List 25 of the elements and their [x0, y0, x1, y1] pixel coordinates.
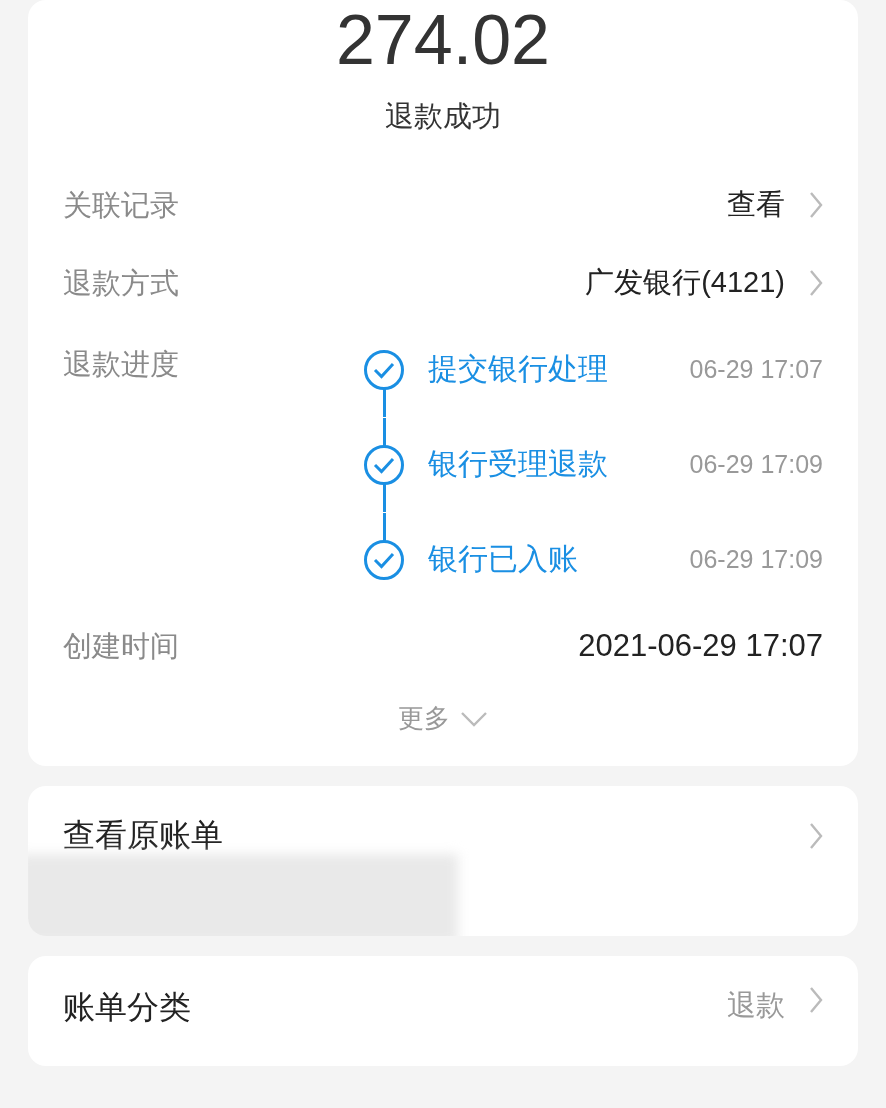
row-value[interactable]: 查看 [727, 185, 785, 225]
chevron-down-icon [460, 710, 488, 727]
step-time: 06-29 17:07 [689, 355, 823, 384]
chevron-right-icon [809, 986, 823, 1014]
row-label: 创建时间 [63, 628, 179, 665]
category-label: 账单分类 [63, 987, 191, 1028]
step-title: 银行受理退款 [428, 445, 608, 483]
chevron-right-icon [809, 191, 823, 219]
row-value: 2021-06-29 17:07 [578, 628, 823, 664]
row-label: 退款进度 [63, 346, 179, 383]
category-card[interactable]: 账单分类 退款 [28, 956, 858, 1066]
category-value: 退款 [727, 987, 785, 1024]
chevron-right-icon [809, 822, 823, 850]
chevron-right-icon [809, 269, 823, 297]
row-label: 关联记录 [63, 187, 179, 224]
row-value[interactable]: 广发银行(4121) [585, 263, 785, 303]
step-title: 银行已入账 [428, 540, 578, 578]
refund-status: 退款成功 [384, 98, 502, 135]
original-bill-card[interactable]: 查看原账单 [28, 786, 858, 936]
bill-title: 查看原账单 [63, 815, 223, 856]
row-label: 退款方式 [63, 265, 179, 302]
step-title: 提交银行处理 [428, 350, 608, 388]
refund-amount: 274.02 [334, 0, 552, 80]
step-time: 06-29 17:09 [689, 450, 823, 479]
step-time: 06-29 17:09 [689, 545, 823, 574]
